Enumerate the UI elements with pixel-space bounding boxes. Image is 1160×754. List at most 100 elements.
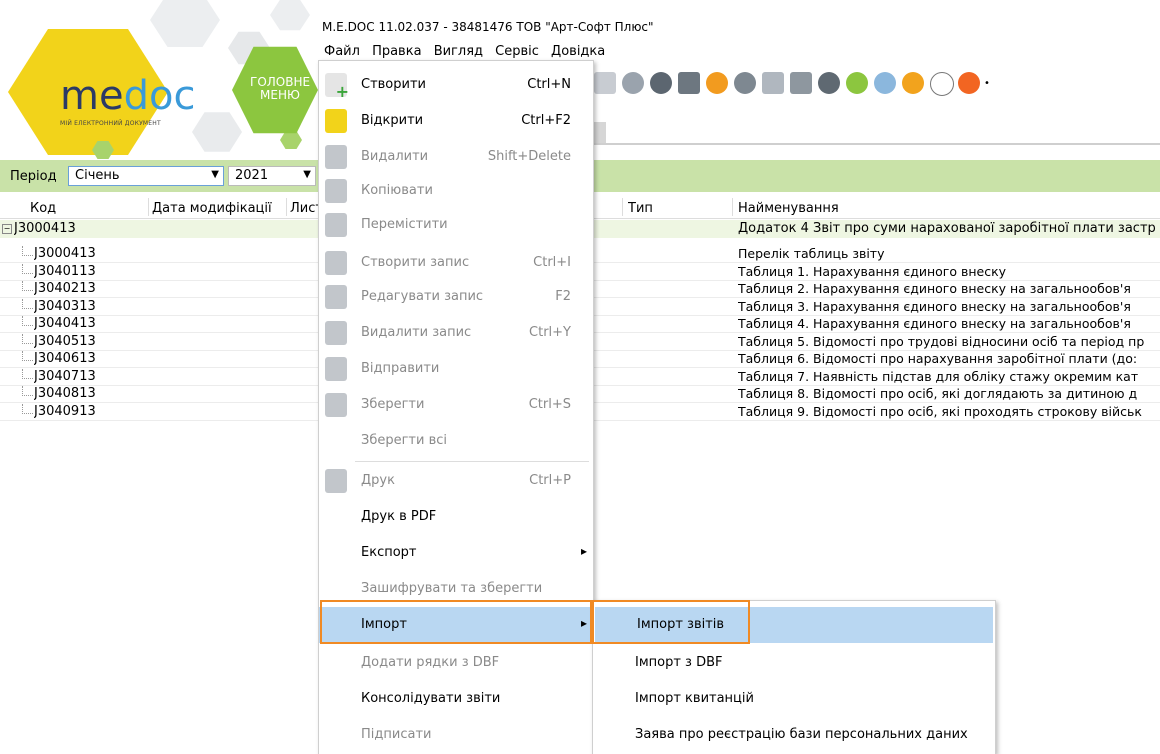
menu-service[interactable]: Сервіс — [495, 44, 539, 59]
file-menu-item[interactable]: Друк в PDF — [319, 499, 593, 535]
file-menu-item[interactable]: Створити запис Ctrl+I — [319, 245, 593, 281]
file-menu-item-shortcut: Ctrl+P — [529, 473, 571, 488]
tree-line — [22, 281, 33, 291]
main-menu-label: ГОЛОВНЕ МЕНЮ — [250, 75, 311, 102]
column-header-modified[interactable]: Дата модифікації — [152, 201, 272, 216]
file-menu-item-label: Видалити запис — [361, 325, 472, 340]
parent-code: J3000413 — [14, 221, 76, 236]
column-divider — [286, 198, 287, 216]
file-menu-item[interactable]: + Створити Ctrl+N — [319, 67, 593, 103]
file-menu-item-shortcut: Ctrl+S — [528, 397, 571, 412]
logo-hex-gray-3 — [270, 0, 310, 31]
copy-icon[interactable] — [790, 72, 812, 94]
toolbar-dropdown-icon[interactable]: • — [984, 78, 990, 89]
toolbar: • — [594, 66, 1160, 100]
tree-line — [22, 246, 33, 256]
menu-edit[interactable]: Правка — [372, 44, 421, 59]
row-code: J3040913 — [34, 403, 96, 419]
tree-line — [22, 351, 33, 361]
file-menu-item-label: Підписати — [361, 727, 432, 742]
plus-icon: + — [335, 82, 349, 101]
file-menu-item[interactable]: Зберегти Ctrl+S — [319, 387, 593, 423]
row-code: J3040513 — [34, 333, 96, 349]
send-icon[interactable] — [622, 72, 644, 94]
file-menu-item-label: Консолідувати звіти — [361, 691, 501, 706]
add-record-icon — [325, 251, 347, 275]
tree-line — [22, 263, 33, 274]
edit-icon[interactable] — [762, 72, 784, 94]
sync-icon[interactable] — [874, 72, 896, 94]
row-name: Таблиця 5. Відомості про трудові відноси… — [738, 333, 1145, 349]
inbox-icon[interactable] — [818, 72, 840, 94]
import-submenu-item[interactable]: Імпорт з DBF — [593, 645, 995, 681]
menu-file[interactable]: Файл — [324, 44, 360, 59]
file-menu-item-label: Видалити — [361, 149, 429, 164]
printer-icon — [325, 469, 347, 493]
row-code: J3040113 — [34, 263, 96, 279]
chat-icon[interactable] — [958, 72, 980, 94]
document-icon[interactable] — [594, 72, 616, 94]
menu-separator — [355, 461, 589, 462]
folder-icon — [325, 109, 347, 133]
menubar: Файл Правка Вигляд Сервіс Довідка — [324, 44, 613, 59]
envelope-icon[interactable] — [706, 72, 728, 94]
menu-view[interactable]: Вигляд — [434, 44, 483, 59]
file-menu-item-shortcut: Ctrl+I — [533, 255, 571, 270]
tree-line — [22, 368, 33, 379]
column-header-sheet[interactable]: Лист — [290, 201, 318, 216]
file-menu-item-label: Додати рядки з DBF — [361, 655, 500, 670]
chat-outline-icon[interactable] — [930, 72, 954, 96]
edit-record-icon — [325, 285, 347, 309]
file-menu-item-label: Відкрити — [361, 113, 424, 128]
column-header-name[interactable]: Найменування — [738, 201, 839, 216]
file-menu-item[interactable]: Підписати — [319, 717, 593, 753]
year-select[interactable]: 2021 ▼ — [228, 166, 316, 186]
search-icon[interactable] — [734, 72, 756, 94]
help-icon[interactable] — [902, 72, 924, 94]
import-submenu-item[interactable]: Заява про реєстрацію бази персональних д… — [593, 717, 995, 753]
printer-icon[interactable] — [678, 72, 700, 94]
send-icon — [325, 357, 347, 381]
file-menu-item[interactable]: Видалити Shift+Delete — [319, 139, 593, 175]
chevron-down-icon: ▼ — [211, 169, 219, 180]
file-menu-item-shortcut: Shift+Delete — [487, 149, 571, 164]
window-title: M.E.DOC 11.02.037 - 38481476 ТОВ "Арт-Со… — [322, 20, 654, 34]
file-menu-item[interactable]: Редагувати запис F2 — [319, 279, 593, 315]
menu-help[interactable]: Довідка — [551, 44, 605, 59]
row-code: J3040213 — [34, 281, 96, 296]
highlight-outline-import-reports — [592, 600, 750, 644]
file-menu-item-label: Перемістити — [361, 217, 448, 232]
column-header-type[interactable]: Тип — [628, 201, 653, 216]
save-icon — [325, 393, 347, 417]
save-icon[interactable] — [650, 72, 672, 94]
file-menu-item[interactable]: Консолідувати звіти — [319, 681, 593, 717]
file-menu-item[interactable]: Додати рядки з DBF — [319, 645, 593, 681]
file-menu-item[interactable]: Копіювати — [319, 173, 593, 209]
logo-brand: medoc — [60, 76, 195, 116]
file-menu-item-label: Редагувати запис — [361, 289, 484, 304]
file-menu-item-shortcut: Ctrl+N — [527, 77, 571, 92]
file-menu-item[interactable]: Зберегти всі — [319, 423, 593, 459]
file-menu-item-label: Зберегти всі — [361, 433, 448, 448]
file-menu-item[interactable]: Відправити — [319, 351, 593, 387]
file-menu-item[interactable]: Відкрити Ctrl+F2 — [319, 103, 593, 139]
file-menu-item[interactable]: Друк Ctrl+P — [319, 463, 593, 499]
column-header-code[interactable]: Код — [30, 201, 56, 216]
collapse-icon[interactable]: − — [2, 224, 12, 234]
file-menu-item-label: Відправити — [361, 361, 440, 376]
period-label: Період — [10, 169, 57, 184]
file-menu-item-shortcut: F2 — [555, 289, 571, 304]
file-menu-item[interactable]: Перемістити — [319, 207, 593, 243]
row-name: Таблиця 7. Наявність підстав для обліку … — [738, 368, 1139, 384]
row-name: Перелік таблиць звіту — [738, 246, 885, 261]
file-menu-item-label: Експорт — [361, 545, 417, 560]
month-select[interactable]: Січень ▼ — [68, 166, 224, 186]
file-menu-item[interactable]: Експорт ▸ — [319, 535, 593, 571]
row-name: Таблиця 6. Відомості про нарахування зар… — [738, 351, 1138, 366]
refresh-icon[interactable] — [846, 72, 868, 94]
row-code: J3040613 — [34, 351, 96, 366]
file-menu-item[interactable]: Видалити запис Ctrl+Y — [319, 315, 593, 351]
logo-brand-me: me — [60, 73, 124, 119]
import-submenu-item[interactable]: Імпорт квитанцій — [593, 681, 995, 717]
move-icon — [325, 213, 347, 237]
